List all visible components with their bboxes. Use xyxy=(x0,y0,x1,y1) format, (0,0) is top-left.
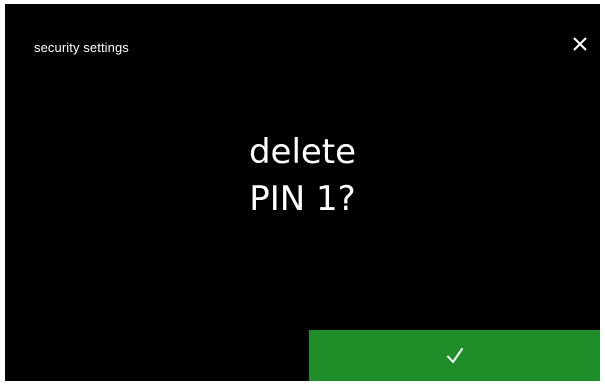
screen-title: security settings xyxy=(34,40,129,55)
confirmation-line-2: PIN 1? xyxy=(249,179,356,219)
checkmark-icon xyxy=(446,347,463,363)
confirmation-line-1: delete xyxy=(248,132,357,172)
confirm-button[interactable] xyxy=(309,330,600,381)
close-icon xyxy=(573,37,587,51)
confirmation-message: delete PIN 1? xyxy=(5,129,600,223)
close-button[interactable] xyxy=(566,30,594,58)
dialog-screen: security settings delete PIN 1? xyxy=(5,4,600,381)
